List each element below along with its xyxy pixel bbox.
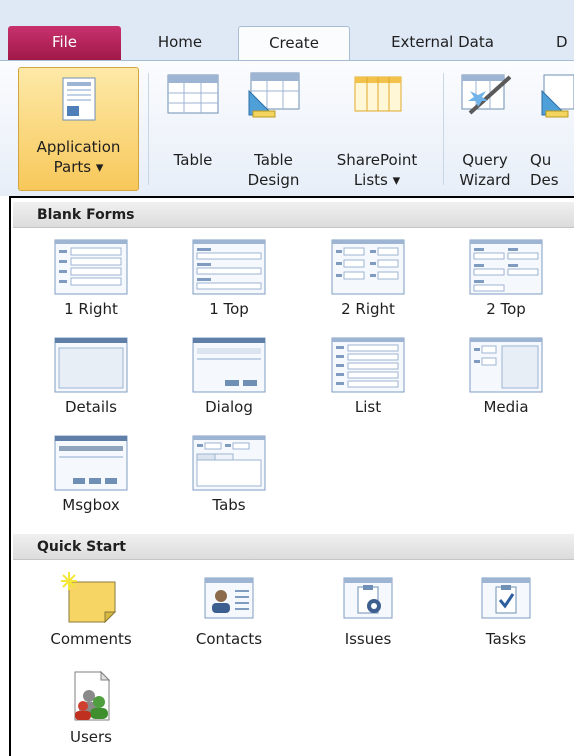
gallery-item-label: 1 Top <box>209 300 249 318</box>
gallery-item-label: Media <box>483 398 529 416</box>
gallery-item-label: Tabs <box>212 496 246 514</box>
gallery-item-1-top[interactable]: 1 Top <box>174 238 284 318</box>
form-1-top-icon <box>192 239 266 295</box>
users-icon <box>74 670 111 721</box>
gallery-item-tabs[interactable]: Tabs <box>174 434 284 514</box>
table-design-icon <box>248 72 299 118</box>
gallery-item-label: 1 Right <box>64 300 118 318</box>
gallery-item-msgbox[interactable]: Msgbox <box>36 434 146 514</box>
table-design-label-2: Design <box>247 171 300 189</box>
ribbon-tab-row: File Home Create External Data D <box>0 20 574 60</box>
form-details-icon <box>54 337 128 393</box>
gallery-item-label: Dialog <box>205 398 253 416</box>
table-icon <box>167 74 219 114</box>
tab-external-data[interactable]: External Data <box>360 26 525 60</box>
form-media-icon <box>469 337 543 393</box>
gallery-item-users[interactable]: Users <box>36 668 146 746</box>
sharepoint-lists-button[interactable]: SharePoint Lists ▾ <box>318 67 436 190</box>
tab-file[interactable]: File <box>8 26 121 60</box>
gallery-item-1-right[interactable]: 1 Right <box>36 238 146 318</box>
tab-database-tools[interactable]: D <box>556 26 574 60</box>
blank-forms-heading: Blank Forms <box>13 202 574 228</box>
query-design-button[interactable]: Qu Des <box>530 67 574 190</box>
gallery-item-comments[interactable]: Comments <box>36 570 146 648</box>
tab-create[interactable]: Create <box>238 26 350 60</box>
application-parts-label-2: Parts ▾ <box>53 158 104 176</box>
table-design-button[interactable]: Table Design <box>236 67 311 190</box>
application-parts-dropdown: Blank Forms 1 Right 1 Top 2 Right 2 Top … <box>9 196 574 756</box>
form-2-right-icon <box>331 239 405 295</box>
application-parts-icon <box>62 77 95 121</box>
table-button[interactable]: Table <box>158 67 228 170</box>
gallery-item-dialog[interactable]: Dialog <box>174 336 284 416</box>
form-1-right-icon <box>54 239 128 295</box>
tab-home[interactable]: Home <box>135 26 225 60</box>
gallery-item-issues[interactable]: Issues <box>313 570 423 648</box>
gallery-item-details[interactable]: Details <box>36 336 146 416</box>
query-wizard-icon <box>461 74 512 115</box>
gallery-item-label: Msgbox <box>62 496 120 514</box>
gallery-item-label: Contacts <box>195 630 263 648</box>
ribbon-separator <box>148 73 149 185</box>
query-wizard-button[interactable]: Query Wizard <box>450 67 520 190</box>
query-design-label-1: Qu <box>530 151 552 169</box>
comments-icon <box>61 572 117 624</box>
form-dialog-icon <box>192 337 266 393</box>
gallery-item-2-right[interactable]: 2 Right <box>313 238 423 318</box>
title-bar <box>0 0 574 20</box>
query-wizard-label-2: Wizard <box>459 171 511 189</box>
gallery-item-tasks[interactable]: Tasks <box>451 570 561 648</box>
application-parts-button[interactable]: Application Parts ▾ <box>18 67 139 191</box>
tasks-icon <box>481 577 531 619</box>
table-design-label-1: Table <box>254 151 293 169</box>
ribbon: Application Parts ▾ Table Table Design S… <box>0 60 574 196</box>
ribbon-separator <box>443 73 444 185</box>
query-wizard-label-1: Query <box>462 151 508 169</box>
gallery-item-label: Users <box>69 728 112 746</box>
sharepoint-lists-label-1: SharePoint <box>336 151 418 169</box>
gallery-item-label: Tasks <box>485 630 527 648</box>
gallery-item-label: 2 Top <box>486 300 526 318</box>
gallery-item-label: Issues <box>344 630 392 648</box>
form-2-top-icon <box>469 239 543 295</box>
form-list-icon <box>331 337 405 393</box>
issues-icon <box>343 577 393 619</box>
query-design-label-2: Des <box>530 171 559 189</box>
gallery-item-label: Details <box>64 398 117 416</box>
panel-margin <box>0 196 9 750</box>
sharepoint-lists-icon <box>354 76 402 112</box>
gallery-item-contacts[interactable]: Contacts <box>174 570 284 648</box>
quick-start-heading: Quick Start <box>13 534 574 560</box>
table-label: Table <box>173 151 213 169</box>
form-tabs-icon <box>192 435 266 491</box>
gallery-item-list[interactable]: List <box>313 336 423 416</box>
sharepoint-lists-label-2: Lists ▾ <box>353 171 401 189</box>
gallery-item-label: 2 Right <box>341 300 395 318</box>
form-msgbox-icon <box>54 435 128 491</box>
gallery-item-label: List <box>354 398 382 416</box>
query-design-icon <box>541 74 574 118</box>
gallery-item-label: Comments <box>50 630 132 648</box>
application-parts-label-1: Application <box>36 138 121 156</box>
gallery-item-2-top[interactable]: 2 Top <box>451 238 561 318</box>
gallery-item-media[interactable]: Media <box>451 336 561 416</box>
contacts-icon <box>204 577 254 619</box>
